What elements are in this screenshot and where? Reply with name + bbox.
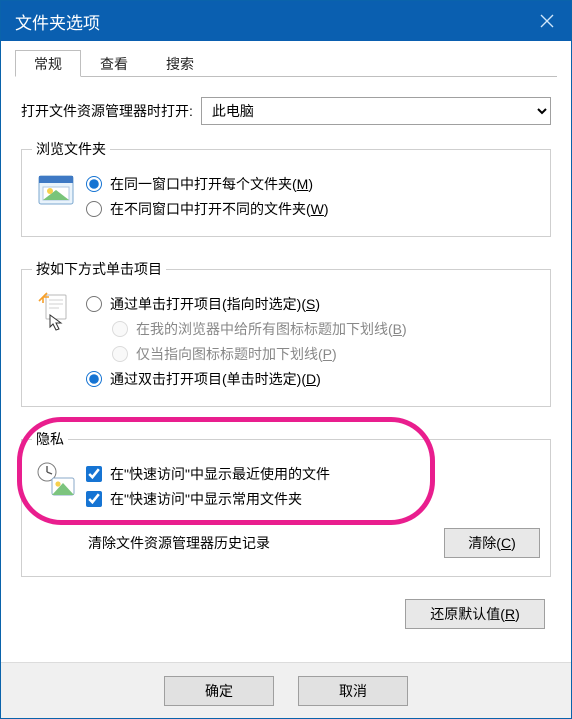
tab-view[interactable]: 查看 <box>81 50 147 77</box>
ok-button[interactable]: 确定 <box>164 676 274 706</box>
titlebar: 文件夹选项 <box>1 1 571 41</box>
radio-single-click[interactable] <box>86 296 102 312</box>
tab-search[interactable]: 搜索 <box>147 50 213 77</box>
cancel-button[interactable]: 取消 <box>298 676 408 706</box>
check-show-recent-label: 在"快速访问"中显示最近使用的文件 <box>110 464 330 484</box>
radio-double-click[interactable] <box>86 371 102 387</box>
radio-same-window-label: 在同一窗口中打开每个文件夹(M) <box>110 174 313 194</box>
window-title: 文件夹选项 <box>15 9 523 34</box>
radio-diff-window-label: 在不同窗口中打开不同的文件夹(W) <box>110 199 329 219</box>
browse-folders-group: 浏览文件夹 <box>21 139 551 237</box>
privacy-legend: 隐私 <box>32 429 68 449</box>
close-icon <box>540 14 554 28</box>
click-items-group: 按如下方式单击项目 <box>21 259 551 407</box>
check-show-frequent-label: 在"快速访问"中显示常用文件夹 <box>110 489 302 509</box>
dialog-footer: 确定 取消 <box>1 662 571 718</box>
browse-icon <box>34 171 78 211</box>
clear-button[interactable]: 清除(C) <box>444 528 540 558</box>
click-icon <box>34 291 78 331</box>
check-show-frequent[interactable] <box>86 491 102 507</box>
browse-folders-legend: 浏览文件夹 <box>32 139 110 159</box>
open-explorer-select[interactable]: 此电脑 <box>201 97 551 125</box>
radio-single-click-label: 通过单击打开项目(指向时选定)(S) <box>110 294 320 314</box>
restore-defaults-button[interactable]: 还原默认值(R) <box>405 599 545 629</box>
clear-history-label: 清除文件资源管理器历史记录 <box>88 533 270 553</box>
tabstrip: 常规 查看 搜索 <box>15 49 557 77</box>
close-button[interactable] <box>523 1 571 41</box>
privacy-group: 隐私 <box>21 429 551 577</box>
open-explorer-label: 打开文件资源管理器时打开: <box>21 101 193 121</box>
radio-underline-all <box>112 321 128 337</box>
tab-general[interactable]: 常规 <box>15 50 81 77</box>
radio-underline-hover <box>112 346 128 362</box>
radio-double-click-label: 通过双击打开项目(单击时选定)(D) <box>110 369 321 389</box>
radio-same-window[interactable] <box>86 176 102 192</box>
privacy-icon <box>34 461 78 501</box>
click-items-legend: 按如下方式单击项目 <box>32 259 166 279</box>
check-show-recent[interactable] <box>86 466 102 482</box>
radio-underline-hover-label: 仅当指向图标标题时加下划线(P) <box>136 344 337 364</box>
radio-underline-all-label: 在我的浏览器中给所有图标标题加下划线(B) <box>136 319 407 339</box>
radio-diff-window[interactable] <box>86 201 102 217</box>
